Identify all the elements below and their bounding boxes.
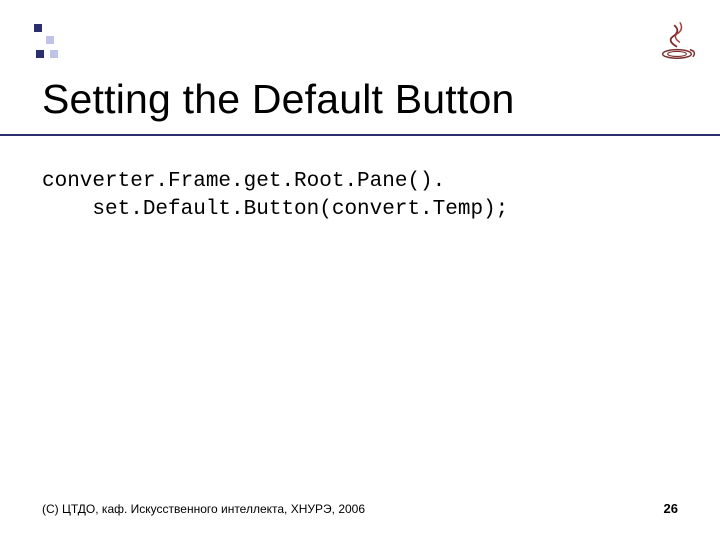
- page-number: 26: [664, 501, 678, 516]
- footer: (С) ЦТДО, каф. Искусственного интеллекта…: [0, 501, 720, 516]
- deco-square: [50, 50, 58, 58]
- copyright-text: (С) ЦТДО, каф. Искусственного интеллекта…: [42, 502, 365, 516]
- title-divider: [0, 134, 720, 136]
- java-logo-icon: [654, 18, 700, 64]
- page-title: Setting the Default Button: [42, 76, 514, 123]
- code-block: converter.Frame.get.Root.Pane(). set.Def…: [42, 168, 508, 224]
- deco-square: [46, 36, 54, 44]
- slide: Setting the Default Button converter.Fra…: [0, 0, 720, 540]
- deco-square: [34, 24, 42, 32]
- code-line: converter.Frame.get.Root.Pane().: [42, 170, 445, 193]
- deco-square: [36, 50, 44, 58]
- code-line: set.Default.Button(convert.Temp);: [42, 198, 508, 221]
